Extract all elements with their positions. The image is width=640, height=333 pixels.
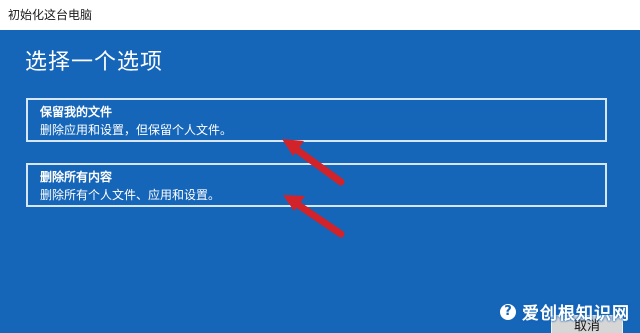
window-title: 初始化这台电脑	[8, 8, 93, 22]
title-bar: 初始化这台电脑	[0, 0, 640, 30]
remove-everything-option[interactable]: 删除所有内容 删除所有个人文件、应用和设置。	[26, 163, 607, 207]
watermark-logo-icon: ?	[498, 301, 518, 322]
keep-my-files-title: 保留我的文件	[40, 105, 113, 119]
site-watermark: ? 爱创根知识网	[498, 299, 630, 324]
dialog-heading: 选择一个选项	[25, 50, 164, 75]
keep-my-files-option[interactable]: 保留我的文件 删除应用和设置，但保留个人文件。	[26, 98, 607, 142]
remove-everything-title: 删除所有内容	[40, 170, 113, 184]
keep-my-files-description: 删除应用和设置，但保留个人文件。	[40, 123, 233, 137]
reset-pc-window: 初始化这台电脑 选择一个选项 保留我的文件 删除应用和设置，但保留个人文件。 删…	[0, 0, 640, 333]
remove-everything-description: 删除所有个人文件、应用和设置。	[40, 188, 221, 202]
watermark-text: 爱创根知识网	[522, 304, 630, 324]
